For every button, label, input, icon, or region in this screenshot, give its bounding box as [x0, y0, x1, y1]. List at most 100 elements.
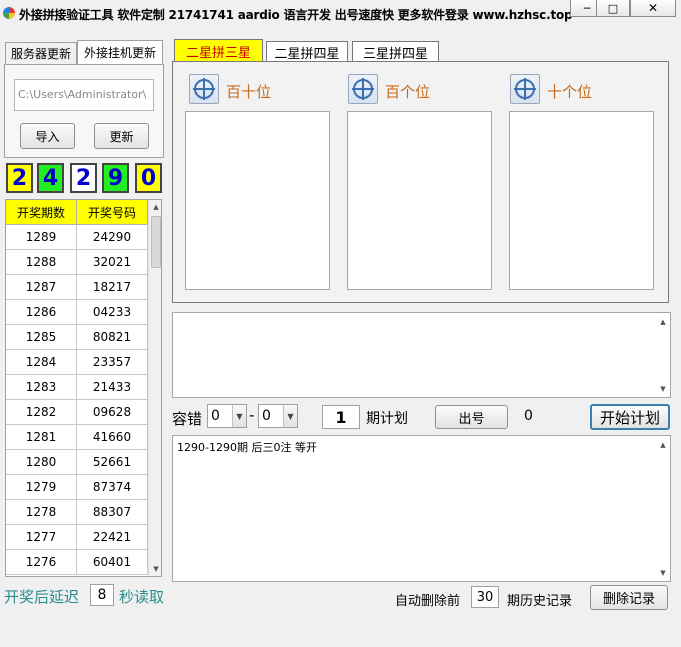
- minimize-icon: ─: [583, 1, 591, 15]
- tab-two-to-four[interactable]: 二星拼四星: [266, 41, 348, 62]
- number-cell: 23357: [77, 350, 148, 375]
- period-cell: 1281: [6, 425, 77, 450]
- period-cell: 1282: [6, 400, 77, 425]
- scroll-down-icon[interactable]: ▼: [149, 562, 161, 576]
- close-button[interactable]: ✕: [630, 0, 676, 17]
- number-cell: 41660: [77, 425, 148, 450]
- table-row[interactable]: 1278 88307: [6, 500, 148, 525]
- tolerance-label: 容错: [172, 410, 203, 428]
- table-row[interactable]: 1280 52661: [6, 450, 148, 475]
- number-cell: 09628: [77, 400, 148, 425]
- delete-records-button[interactable]: 删除记录: [590, 585, 668, 610]
- digit-cell: 2: [70, 163, 97, 193]
- tens-units-list[interactable]: [509, 111, 654, 290]
- period-cell: 1287: [6, 275, 77, 300]
- tab-server-update[interactable]: 服务器更新: [5, 42, 77, 64]
- digit-cell: 9: [102, 163, 129, 193]
- path-input[interactable]: C:\Users\Administrator\: [14, 79, 154, 111]
- tolerance-to-select[interactable]: 0 ▼: [258, 404, 298, 428]
- number-cell: 80821: [77, 325, 148, 350]
- digit-cell: 0: [135, 163, 162, 193]
- scroll-down-icon[interactable]: ▼: [656, 566, 670, 580]
- period-cell: 1288: [6, 250, 77, 275]
- table-row[interactable]: 1282 09628: [6, 400, 148, 425]
- start-plan-button[interactable]: 开始计划: [590, 404, 670, 430]
- tolerance-from-select[interactable]: 0 ▼: [207, 404, 247, 428]
- number-cell: 24290: [77, 225, 148, 250]
- number-cell: 87374: [77, 475, 148, 500]
- delay-suffix: 秒读取: [119, 588, 165, 606]
- number-cell: 21433: [77, 375, 148, 400]
- position-label-tens-units: 十个位: [547, 83, 593, 101]
- tab-plugin-update[interactable]: 外接挂机更新: [77, 40, 163, 64]
- table-row[interactable]: 1288 32021: [6, 250, 148, 275]
- period-count-input[interactable]: 1: [322, 405, 360, 429]
- table-row[interactable]: 1289 24290: [6, 225, 148, 250]
- period-plan-label: 期计划: [366, 411, 408, 427]
- tab-two-to-three[interactable]: 二星拼三星: [174, 39, 263, 62]
- table-row[interactable]: 1283 21433: [6, 375, 148, 400]
- number-cell: 32021: [77, 250, 148, 275]
- period-cell: 1278: [6, 500, 77, 525]
- number-cell: 22421: [77, 525, 148, 550]
- table-row[interactable]: 1284 23357: [6, 350, 148, 375]
- output-textarea[interactable]: ▲ ▼: [172, 312, 671, 398]
- table-row[interactable]: 1279 87374: [6, 475, 148, 500]
- close-icon: ✕: [647, 1, 659, 15]
- chevron-down-icon: ▼: [283, 405, 297, 427]
- tab-label: 服务器更新: [10, 47, 71, 61]
- tolerance-dash: -: [249, 406, 255, 424]
- table-row[interactable]: 1287 18217: [6, 275, 148, 300]
- select-value: 0: [262, 408, 271, 424]
- number-cell: 52661: [77, 450, 148, 475]
- scroll-up-icon[interactable]: ▲: [149, 200, 161, 214]
- draw-count: 0: [524, 408, 533, 424]
- crosshair-icon[interactable]: [189, 74, 219, 104]
- table-row[interactable]: 1277 22421: [6, 525, 148, 550]
- table-row[interactable]: 1281 41660: [6, 425, 148, 450]
- import-button[interactable]: 导入: [20, 123, 75, 149]
- scroll-up-icon[interactable]: ▲: [656, 315, 670, 329]
- auto-delete-prefix: 自动删除前: [395, 594, 461, 609]
- scroll-up-icon[interactable]: ▲: [656, 438, 670, 452]
- history-table: 开奖期数 开奖号码 1289 24290 1288 32021 1287 18217 128…: [5, 199, 162, 577]
- period-cell: 1286: [6, 300, 77, 325]
- maximize-button[interactable]: □: [596, 0, 630, 17]
- chevron-down-icon: ▼: [232, 405, 246, 427]
- hundreds-tens-list[interactable]: [185, 111, 330, 290]
- scroll-down-icon[interactable]: ▼: [656, 382, 670, 396]
- select-value: 0: [211, 408, 220, 424]
- period-cell: 1289: [6, 225, 77, 250]
- scroll-thumb[interactable]: [151, 216, 161, 268]
- table-scrollbar[interactable]: ▲ ▼: [148, 200, 161, 576]
- period-cell: 1280: [6, 450, 77, 475]
- period-cell: 1283: [6, 375, 77, 400]
- draw-button[interactable]: 出号: [435, 405, 508, 429]
- crosshair-icon[interactable]: [510, 74, 540, 104]
- table-row[interactable]: 1286 04233: [6, 300, 148, 325]
- auto-delete-count-input[interactable]: 30: [471, 586, 499, 608]
- delay-seconds-input[interactable]: 8: [90, 584, 114, 606]
- number-cell: 88307: [77, 500, 148, 525]
- crosshair-icon[interactable]: [348, 74, 378, 104]
- tab-three-to-four[interactable]: 三星拼四星: [352, 41, 439, 62]
- period-cell: 1279: [6, 475, 77, 500]
- period-cell: 1284: [6, 350, 77, 375]
- digit-cell: 4: [37, 163, 64, 193]
- log-textarea[interactable]: 1290-1290期 后三0注 等开 ▲ ▼: [172, 435, 671, 582]
- title-bar: 外接拼接验证工具 软件定制 21741741 aardio 语言开发 出号速度快…: [0, 0, 681, 28]
- table-row[interactable]: 1285 80821: [6, 325, 148, 350]
- digit-cell: 2: [6, 163, 33, 193]
- column-header-period: 开奖期数: [6, 200, 77, 225]
- period-cell: 1285: [6, 325, 77, 350]
- update-button[interactable]: 更新: [94, 123, 149, 149]
- number-cell: 18217: [77, 275, 148, 300]
- maximize-icon: □: [607, 1, 619, 15]
- delay-prefix: 开奖后延迟: [4, 588, 80, 606]
- number-cell: 60401: [77, 550, 148, 575]
- hundreds-units-list[interactable]: [347, 111, 492, 290]
- app-icon: [3, 7, 15, 19]
- period-cell: 1276: [6, 550, 77, 575]
- table-row[interactable]: 1276 60401: [6, 550, 148, 575]
- tab-label: 外接挂机更新: [83, 46, 156, 60]
